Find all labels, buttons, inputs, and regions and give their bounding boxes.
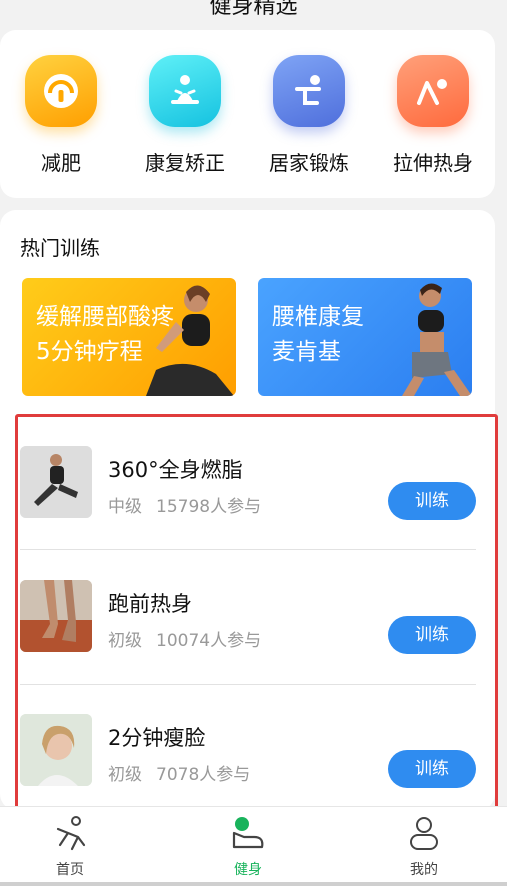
tab-fitness[interactable]: 健身 [198,815,298,879]
category-card: 减肥 康复矫正 居家锻炼 拉伸热身 [0,30,495,198]
category-label: 康复矫正 [145,151,225,175]
tab-label: 首页 [56,862,84,878]
category-rehab[interactable]: 康复矫正 [135,55,235,176]
home-exercise-icon [273,55,345,127]
tab-bar: 首页 健身 我的 [0,806,507,886]
category-home-exercise[interactable]: 居家锻炼 [259,55,359,176]
banner-subtitle: 5分钟疗程 [36,339,143,365]
category-weight-loss[interactable]: 减肥 [11,55,111,176]
category-stretch[interactable]: 拉伸热身 [383,55,483,176]
section-title: 热门训练 [20,236,100,260]
fitness-icon [232,817,264,849]
category-label: 减肥 [41,151,81,175]
speedometer-icon [25,55,97,127]
meditation-icon [149,55,221,127]
page-title: 健身精选 [209,0,298,19]
banner-back-pain[interactable]: 缓解腰部酸疼 5分钟疗程 [22,278,236,396]
banner-title: 缓解腰部酸疼 [36,304,174,330]
tab-label: 我的 [410,862,438,878]
banner-title: 腰椎康复 [272,304,364,330]
category-label: 居家锻炼 [269,151,349,175]
system-bar [0,882,507,886]
tab-mine[interactable]: 我的 [374,815,474,879]
profile-icon [410,817,438,850]
banner-lumbar-rehab[interactable]: 腰椎康复 麦肯基 [258,278,472,396]
stretch-icon [397,55,469,127]
category-label: 拉伸热身 [393,151,473,175]
tab-home[interactable]: 首页 [20,815,120,879]
tab-label: 健身 [234,862,262,878]
highlight-box [15,414,498,817]
athlete-image [402,283,472,396]
runner-icon [56,816,86,851]
banner-subtitle: 麦肯基 [272,339,341,365]
